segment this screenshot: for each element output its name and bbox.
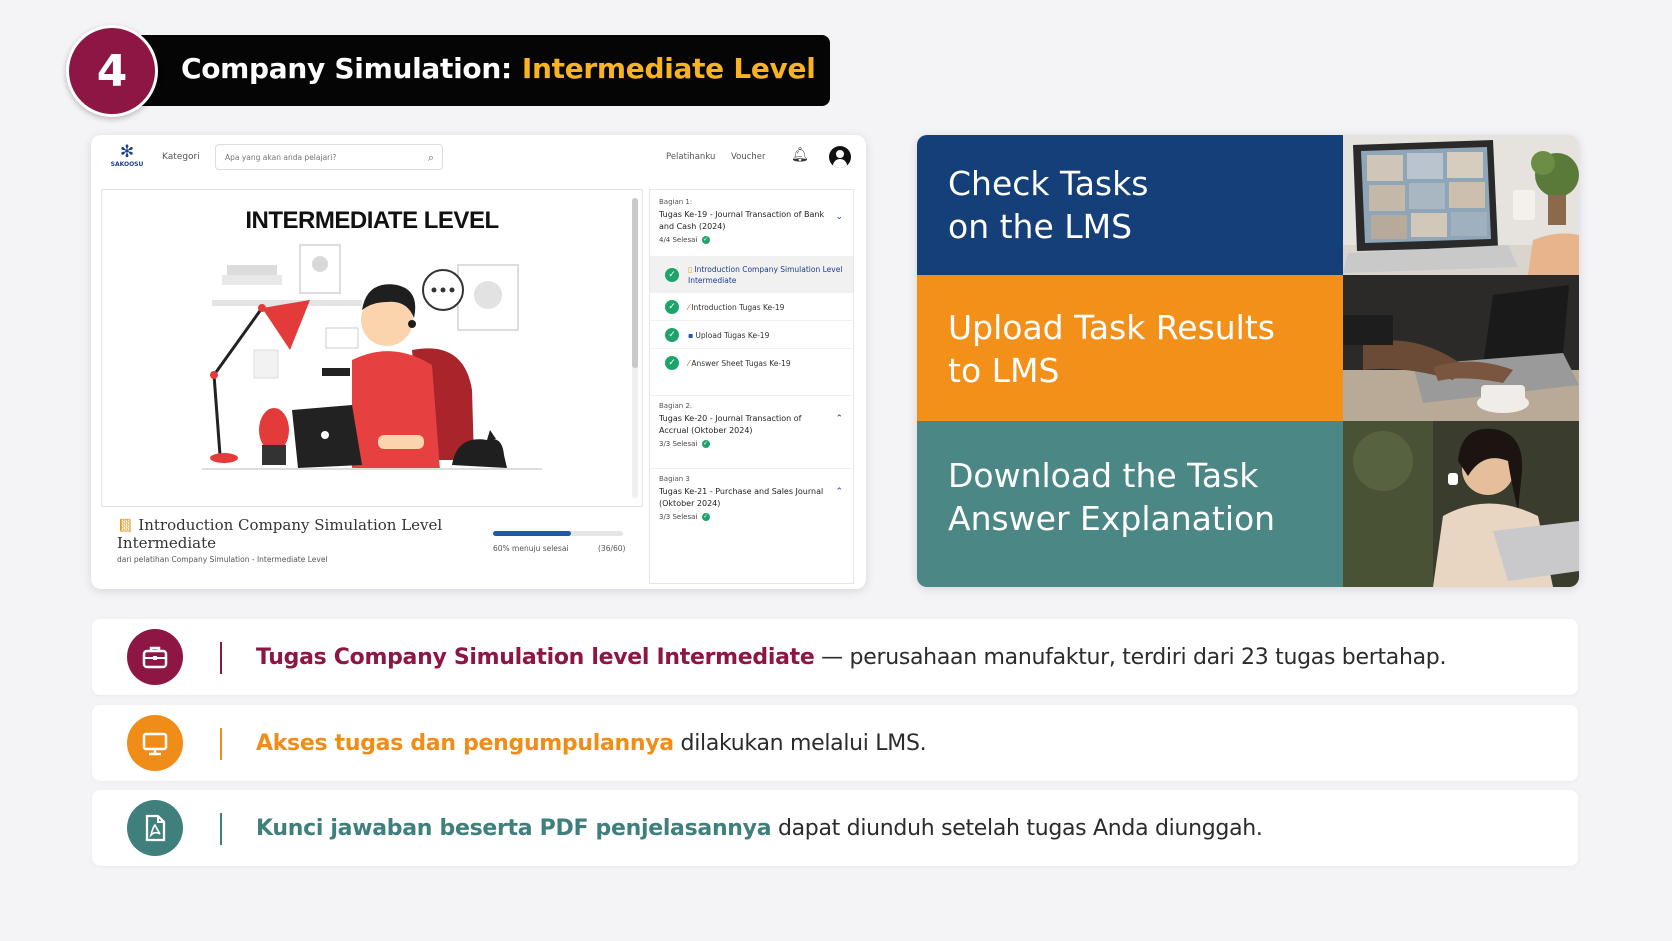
info-row-company-simulation: Tugas Company Simulation level Intermedi… (92, 619, 1578, 695)
search-box[interactable]: ⌕ (215, 144, 443, 170)
row-separator (220, 728, 222, 760)
lesson-viewer: INTERMEDIATE LEVEL (101, 189, 643, 507)
nav-pelatihanku[interactable]: Pelatihanku (666, 152, 715, 162)
outline-item-label: Answer Sheet Tugas Ke-19 (691, 359, 791, 368)
lesson-heading: INTERMEDIATE LEVEL (245, 207, 499, 234)
lesson-scrollbar[interactable] (632, 198, 638, 498)
progress-bar (493, 531, 623, 536)
chevron-down-icon[interactable]: ⌄ (835, 212, 843, 222)
upload-file-icon: ▪ (688, 331, 694, 340)
step-upload-results: Upload Task Results to LMS (917, 275, 1343, 421)
row-description: dapat diunduh setelah tugas Anda diungga… (771, 816, 1263, 841)
page-title: Company Simulation: Intermediate Level (181, 52, 816, 85)
title-text: Company Simulation: (181, 52, 512, 85)
progress-count: (36/60) (598, 544, 626, 553)
document-icon: 📙︎ (117, 519, 134, 534)
step-check-tasks: Check Tasks on the LMS (917, 135, 1343, 275)
section-status: 4/4 Selesai ✓ (659, 236, 710, 244)
step-label: Download the Task Answer Explanation (948, 456, 1276, 538)
outline-item[interactable]: ✓ ▯ Introduction Company Simulation Level… (650, 256, 853, 292)
outline-item[interactable]: ✓ ▪ Upload Tugas Ke-19 (650, 320, 853, 348)
outline-item[interactable]: ✓ ⁄ Introduction Tugas Ke-19 (650, 292, 853, 320)
section-status: 3/3 Selesai ✓ (659, 440, 710, 448)
section-label: Bagian 1: (659, 198, 693, 206)
section-label: Bagian 3 (659, 475, 690, 483)
avatar-icon[interactable] (829, 146, 851, 168)
search-icon[interactable]: ⌕ (428, 151, 434, 165)
monitor-icon (127, 715, 183, 771)
section-title: Tugas Ke-20 - Journal Transaction of Acc… (659, 414, 802, 435)
typing-laptop-photo (1343, 275, 1579, 421)
check-icon: ✓ (701, 236, 710, 244)
lesson-footer: 📙︎ Introduction Company Simulation Level… (101, 507, 643, 581)
check-icon: ✓ (665, 300, 679, 314)
course-outline: Bagian 1: Tugas Ke-19 - Journal Transact… (649, 189, 854, 584)
section-1[interactable]: Bagian 1: Tugas Ke-19 - Journal Transact… (650, 198, 853, 244)
info-row-lms-access: Akses tugas dan pengumpulannya dilakukan… (92, 705, 1578, 781)
nav-voucher[interactable]: Voucher (731, 152, 766, 162)
info-row-answer-key: Kunci jawaban beserta PDF penjelasannya … (92, 790, 1578, 866)
progress-text: 60% menuju selesai (493, 544, 569, 553)
briefcase-icon (127, 629, 183, 685)
outline-item-label: Upload Tugas Ke-19 (695, 331, 770, 340)
lesson-title-text: Introduction Company Simulation Level In… (117, 516, 443, 552)
logo[interactable]: ✻ SAKOOSU (107, 143, 147, 168)
step-label: Upload Task Results to LMS (948, 308, 1275, 390)
row-separator (220, 813, 222, 845)
section-title: Tugas Ke-21 - Purchase and Sales Journal… (659, 487, 824, 508)
check-icon: ✓ (701, 440, 710, 448)
row-highlight: Kunci jawaban beserta PDF penjelasannya (256, 816, 772, 841)
step-number-badge: 4 (66, 25, 158, 117)
lms-navbar: ✻ SAKOOSU Kategori ⌕ Pelatihanku Voucher… (91, 135, 866, 179)
pencil-icon: ⁄ (688, 303, 690, 312)
row-description: dilakukan melalui LMS. (673, 731, 927, 756)
lms-screenshot: ✻ SAKOOSU Kategori ⌕ Pelatihanku Voucher… (91, 135, 866, 589)
section-status: 3/3 Selesai ✓ (659, 513, 710, 521)
row-separator (220, 642, 222, 674)
document-icon: ▯ (688, 265, 693, 274)
step-label: Check Tasks on the LMS (948, 164, 1149, 246)
search-input[interactable] (225, 153, 415, 162)
section-2[interactable]: Bagian 2. Tugas Ke-20 - Journal Transact… (650, 395, 853, 459)
section-title: Tugas Ke-19 - Journal Transaction of Ban… (659, 210, 825, 231)
outline-item-label: Introduction Tugas Ke-19 (691, 303, 785, 312)
outline-item[interactable]: ✓ ⁄ Answer Sheet Tugas Ke-19 (650, 348, 853, 376)
chevron-up-icon[interactable]: ⌃ (835, 414, 843, 424)
logo-text: SAKOOSU (110, 161, 144, 168)
check-icon: ✓ (665, 268, 679, 282)
check-icon: ✓ (665, 328, 679, 342)
logo-flower-icon: ✻ (119, 142, 135, 162)
pencil-icon: ⁄ (688, 359, 690, 368)
person-at-laptop-illustration (202, 244, 542, 470)
woman-laptop-photo (1343, 421, 1579, 587)
row-highlight: Tugas Company Simulation level Intermedi… (256, 645, 815, 670)
title-highlight: Intermediate Level (521, 52, 816, 85)
check-icon: ✓ (701, 513, 710, 521)
progress-fill (493, 531, 571, 536)
outline-item-label: Introduction Company Simulation Level In… (688, 265, 843, 285)
chevron-up-icon[interactable]: ⌃ (835, 487, 843, 497)
row-description: — perusahaan manufaktur, terdiri dari 23… (814, 645, 1447, 670)
lms-steps-panel: Check Tasks on the LMS Upload Task Resul… (917, 135, 1579, 587)
row-text: Kunci jawaban beserta PDF penjelasannya … (256, 816, 1263, 841)
bell-icon[interactable]: 🔔︎ (791, 147, 809, 163)
pdf-document-icon (127, 800, 183, 856)
lesson-subtitle: dari pelatihan Company Simulation - Inte… (117, 555, 328, 564)
video-call-laptop-photo (1343, 135, 1579, 275)
row-highlight: Akses tugas dan pengumpulannya (256, 731, 674, 756)
row-text: Akses tugas dan pengumpulannya dilakukan… (256, 731, 927, 756)
row-text: Tugas Company Simulation level Intermedi… (256, 645, 1446, 670)
step-download-explanation: Download the Task Answer Explanation (917, 421, 1343, 587)
section-label: Bagian 2. (659, 402, 693, 410)
section-3[interactable]: Bagian 3 Tugas Ke-21 - Purchase and Sale… (650, 468, 853, 532)
nav-kategori[interactable]: Kategori (162, 152, 200, 162)
lesson-title: 📙︎ Introduction Company Simulation Level… (117, 517, 467, 552)
check-icon: ✓ (665, 356, 679, 370)
